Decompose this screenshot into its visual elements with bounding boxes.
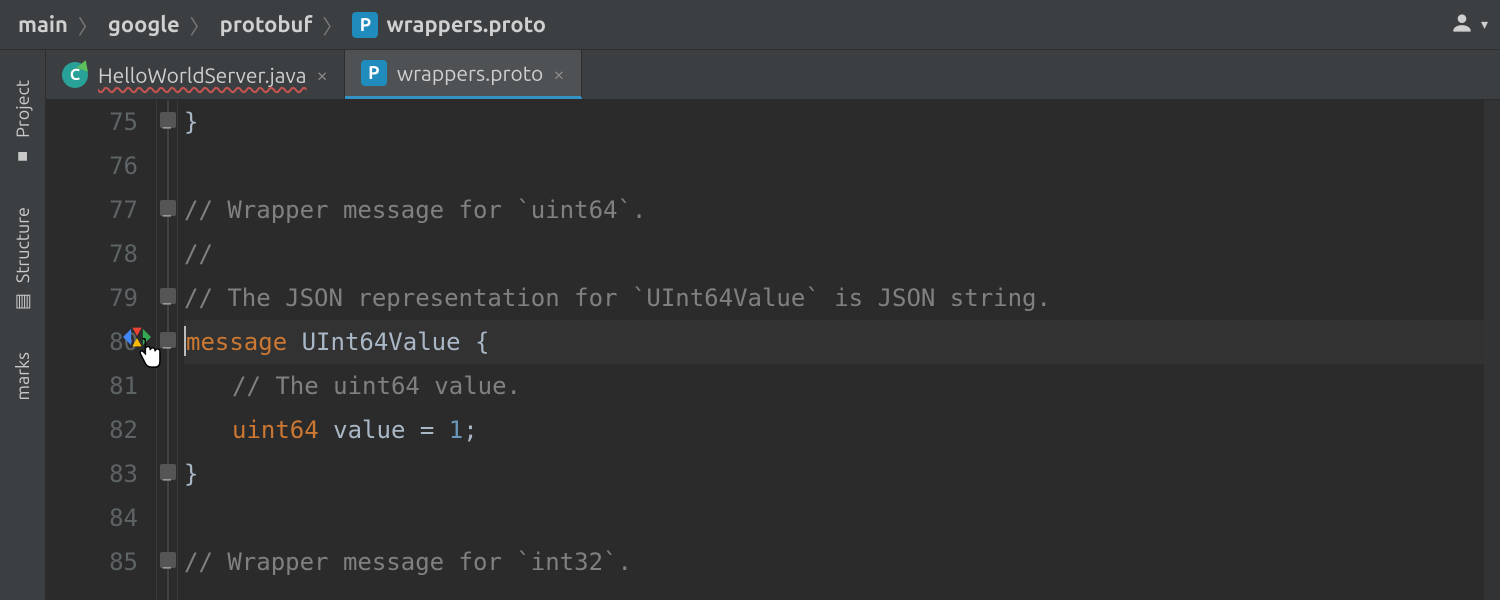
folder-icon: ■: [12, 151, 33, 162]
java-class-run-icon: C: [62, 62, 88, 88]
code-line[interactable]: message UInt64Value {: [184, 320, 1484, 364]
line-number: 76: [46, 144, 138, 188]
code-content[interactable]: } // Wrapper message for `uint64`. // // Th…: [178, 100, 1484, 600]
code-token: //: [184, 240, 213, 268]
fold-toggle-icon[interactable]: [160, 288, 176, 304]
tool-window-rail: ■ Project ▤ Structure marks: [0, 50, 46, 600]
line-number: 81: [46, 364, 138, 408]
line-number: 79: [46, 276, 138, 320]
editor-scrollbar[interactable]: [1484, 100, 1500, 600]
breadcrumb-item[interactable]: google: [108, 12, 180, 37]
code-line[interactable]: //: [184, 232, 1484, 276]
rail-tab-label: Project: [13, 80, 33, 138]
code-token: {: [475, 328, 489, 356]
tab-wrappers-proto[interactable]: P wrappers.proto ×: [345, 50, 582, 99]
close-icon[interactable]: ×: [317, 63, 328, 86]
tab-label: HelloWorldServer.java: [98, 63, 307, 87]
breadcrumb-item[interactable]: protobuf: [220, 12, 313, 37]
user-icon: [1449, 10, 1475, 40]
fold-column[interactable]: [156, 100, 178, 600]
code-token: 1: [449, 416, 463, 444]
line-number-gutter: 75 76 77 78 79 80 81 82 83 84 85: [46, 100, 156, 600]
chevron-right-icon: 〉: [322, 11, 342, 40]
line-number: 84: [46, 496, 138, 540]
code-token: message: [186, 328, 287, 356]
code-line[interactable]: [184, 496, 1484, 540]
rail-tab-project[interactable]: ■ Project: [13, 80, 33, 167]
code-token: }: [184, 108, 198, 136]
line-number: 82: [46, 408, 138, 452]
chevron-right-icon: 〉: [78, 11, 98, 40]
breadcrumb-file-label: wrappers.proto: [386, 12, 546, 37]
rail-tab-structure[interactable]: ▤ Structure: [13, 207, 33, 312]
code-line[interactable]: // The JSON representation for `UInt64Va…: [184, 276, 1484, 320]
rail-tab-label: Structure: [13, 207, 33, 283]
account-widget[interactable]: ▾: [1449, 10, 1488, 40]
code-token: ;: [463, 416, 477, 444]
breadcrumb-item[interactable]: main: [18, 12, 68, 37]
code-line[interactable]: }: [184, 452, 1484, 496]
rail-tab-bookmarks[interactable]: marks: [13, 352, 33, 401]
code-token: =: [420, 416, 434, 444]
close-icon[interactable]: ×: [553, 62, 564, 85]
code-line[interactable]: // Wrapper message for `int32`.: [184, 540, 1484, 584]
breadcrumb-bar: main 〉 google 〉 protobuf 〉 P wrappers.pr…: [0, 0, 1500, 50]
code-line[interactable]: // The uint64 value.: [184, 364, 1484, 408]
code-token: }: [184, 460, 198, 488]
code-token: // The JSON representation for `UInt64Va…: [184, 284, 1051, 312]
breadcrumb: main 〉 google 〉 protobuf 〉 P wrappers.pr…: [18, 10, 546, 39]
fold-toggle-icon[interactable]: [160, 112, 176, 128]
code-token: UInt64Value: [302, 328, 461, 356]
code-token: value: [333, 416, 405, 444]
code-token: [287, 328, 301, 356]
fold-toggle-icon[interactable]: [160, 332, 176, 348]
code-token: [434, 416, 448, 444]
structure-icon: ▤: [12, 293, 33, 310]
code-line[interactable]: // Wrapper message for `uint64`.: [184, 188, 1484, 232]
tab-label: wrappers.proto: [397, 61, 543, 85]
code-editor[interactable]: 75 76 77 78 79 80 81 82 83 84 85: [46, 100, 1500, 600]
code-token: [461, 328, 475, 356]
code-token: [319, 416, 333, 444]
proto-file-icon: P: [352, 12, 378, 38]
tab-helloworldserver[interactable]: C HelloWorldServer.java ×: [46, 50, 345, 99]
code-token: [405, 416, 419, 444]
proto-file-icon: P: [361, 60, 387, 86]
code-line[interactable]: uint64 value = 1;: [184, 408, 1484, 452]
line-number: 85: [46, 540, 138, 584]
fold-toggle-icon[interactable]: [160, 552, 176, 568]
fold-toggle-icon[interactable]: [160, 464, 176, 480]
gutter-run-icon[interactable]: [123, 326, 151, 348]
code-token: // Wrapper message for `uint64`.: [184, 196, 646, 224]
line-number: 77: [46, 188, 138, 232]
code-token: uint64: [232, 416, 319, 444]
code-line[interactable]: }: [184, 100, 1484, 144]
code-token: // The uint64 value.: [232, 372, 521, 400]
breadcrumb-file[interactable]: P wrappers.proto: [352, 12, 546, 38]
chevron-right-icon: 〉: [190, 11, 210, 40]
code-token: // Wrapper message for `int32`.: [184, 548, 632, 576]
rail-tab-label: marks: [13, 352, 33, 401]
line-number: 75: [46, 100, 138, 144]
chevron-down-icon: ▾: [1481, 16, 1488, 33]
line-number: 78: [46, 232, 138, 276]
fold-toggle-icon[interactable]: [160, 200, 176, 216]
editor-tab-strip: C HelloWorldServer.java × P wrappers.pro…: [46, 50, 1500, 100]
line-number: 83: [46, 452, 138, 496]
editor-area: C HelloWorldServer.java × P wrappers.pro…: [46, 50, 1500, 600]
code-line[interactable]: [184, 144, 1484, 188]
